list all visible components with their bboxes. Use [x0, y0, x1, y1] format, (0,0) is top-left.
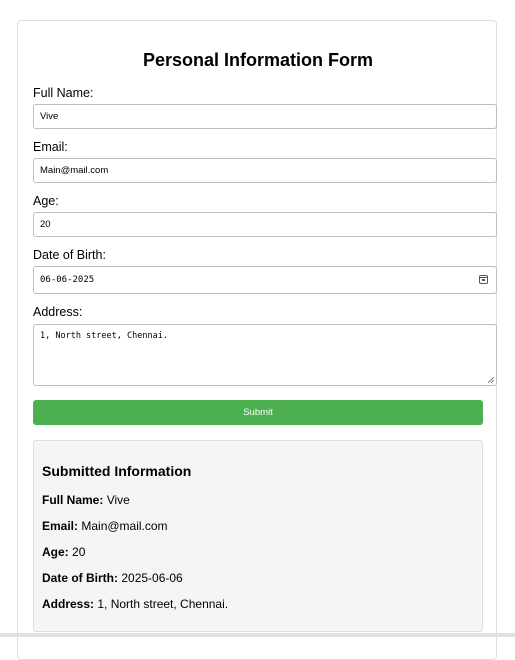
submitted-row-full-name: Full Name: Vive	[42, 493, 130, 507]
calendar-icon[interactable]	[479, 275, 488, 284]
address-textarea[interactable]: 1, North street, Chennai.	[33, 324, 497, 386]
submitted-address-value: 1, North street, Chennai.	[97, 597, 229, 611]
full-name-input[interactable]: Vive	[33, 104, 497, 129]
submit-button[interactable]: Submit	[33, 400, 483, 425]
submitted-age-label: Age:	[42, 545, 69, 559]
submitted-info-panel: Submitted Information Full Name: Vive Em…	[33, 440, 483, 632]
submitted-row-dob: Date of Birth: 2025-06-06	[42, 571, 183, 585]
age-input[interactable]: 20	[33, 212, 497, 237]
form-title: Personal Information Form	[142, 50, 374, 70]
dob-label: Date of Birth:	[33, 248, 106, 262]
age-label: Age:	[33, 194, 59, 208]
submitted-address-label: Address:	[42, 597, 95, 611]
personal-info-card: Personal Information Form Full Name: Viv…	[17, 20, 497, 660]
submitted-email-value: Main@mail.com	[81, 519, 168, 533]
address-value: 1, North street, Chennai.	[40, 331, 168, 341]
full-name-label: Full Name:	[33, 86, 94, 100]
submitted-dob-label: Date of Birth:	[42, 571, 118, 585]
submitted-row-age: Age: 20	[42, 545, 85, 559]
submitted-info-title: Submitted Information	[42, 463, 192, 479]
submitted-email-label: Email:	[42, 519, 79, 533]
resize-handle-icon[interactable]	[488, 377, 494, 383]
submitted-full-name-value: Vive	[106, 493, 130, 507]
address-label: Address:	[33, 305, 83, 319]
submitted-row-email: Email: Main@mail.com	[42, 519, 168, 533]
dob-value: 06-06-2025	[40, 275, 95, 285]
email-input[interactable]: Main@mail.com	[33, 158, 497, 183]
submitted-full-name-label: Full Name:	[42, 493, 104, 507]
submitted-row-address: Address: 1, North street, Chennai.	[42, 597, 228, 611]
submitted-dob-value: 2025-06-06	[121, 571, 183, 585]
dob-input[interactable]: 06-06-2025	[33, 266, 497, 294]
submitted-age-value: 20	[72, 545, 86, 559]
email-label: Email:	[33, 140, 68, 154]
horizontal-scrollbar[interactable]	[0, 633, 515, 637]
